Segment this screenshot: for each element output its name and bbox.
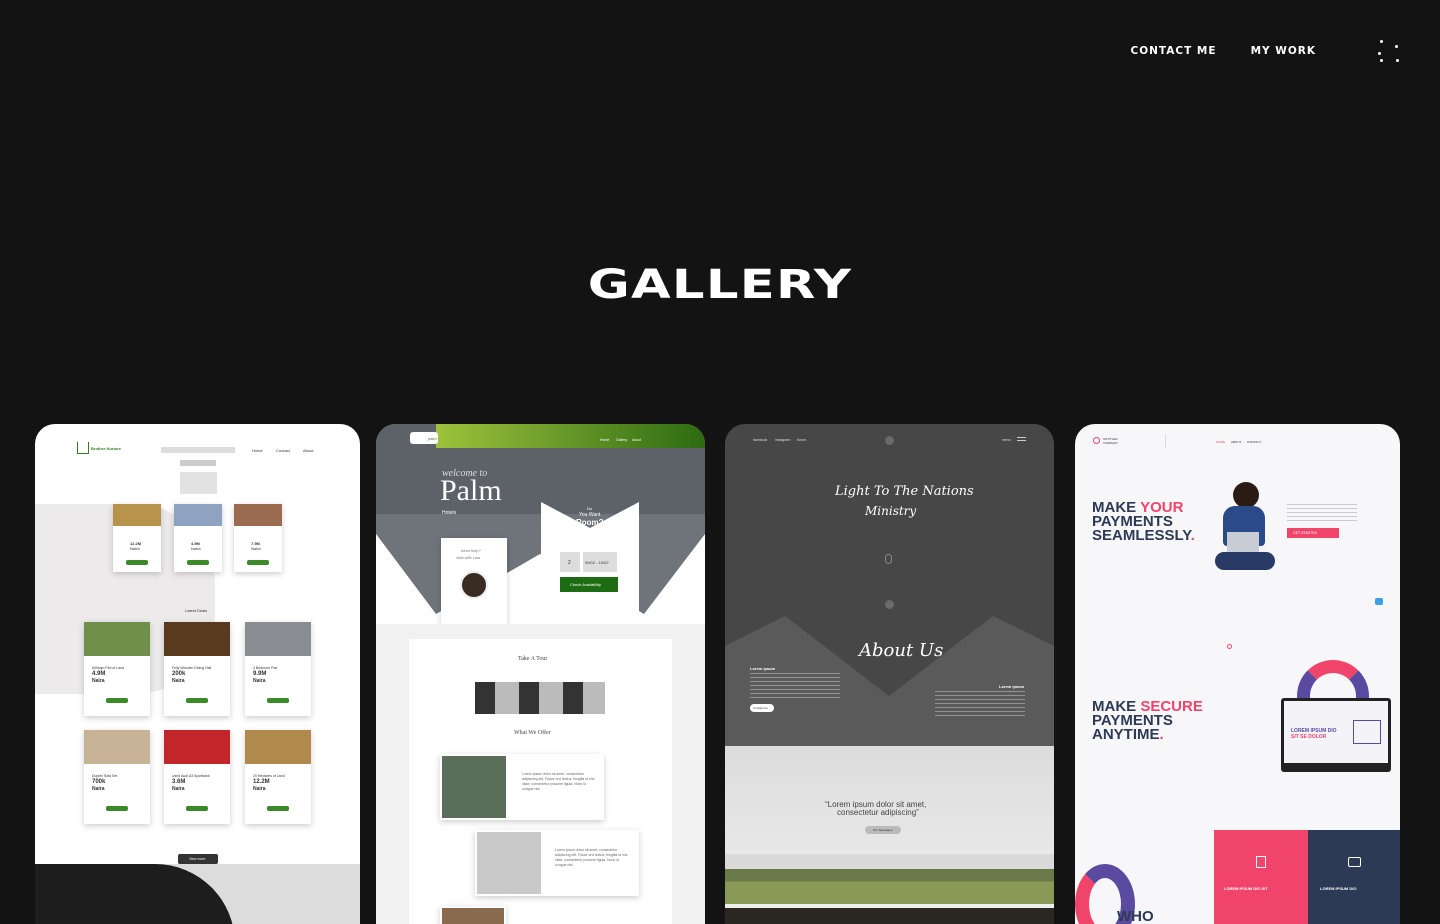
my-work-link[interactable]: MY WORK — [1251, 45, 1316, 57]
what-we-offer-heading: What We Offer — [514, 730, 551, 736]
take-a-tour-heading: Take A Tour — [518, 656, 548, 662]
nav-facebook[interactable]: facebook — [753, 438, 767, 442]
search-input[interactable] — [161, 447, 235, 453]
nav-home[interactable]: Home — [252, 448, 263, 453]
document-icon — [1256, 856, 1266, 868]
quote-line-2: consectetur adipiscing” — [837, 808, 919, 817]
deal-card-2[interactable]: Fully Wooden Dining Hall 200k Naira — [164, 622, 230, 716]
gallery-title: GALLERY — [587, 262, 853, 308]
gallery-item-palm-hotels[interactable]: palm Home Gallery About welcome to Palm … — [376, 424, 705, 924]
who-heading: WHO — [1117, 908, 1154, 924]
ministry-title: Light To The Nations — [835, 484, 974, 499]
deal-card-4[interactable]: Duplex Sofa Set 700k Naira — [84, 730, 150, 824]
gallery-item-light-to-the-nations[interactable]: facebook instagram forum menu Light To T… — [725, 424, 1054, 924]
deal-card-6[interactable]: 20 Hectares of Land 12.2M Naira — [245, 730, 311, 824]
nav-contact[interactable]: CONTACT — [1247, 440, 1261, 444]
chat-icon[interactable] — [1375, 598, 1383, 605]
nav-home[interactable]: Home — [600, 438, 609, 442]
offer-card-3[interactable] — [440, 906, 506, 924]
deal-top-1[interactable]: 12.2M Naira — [113, 504, 161, 572]
menu-dots-icon[interactable] — [1378, 40, 1400, 62]
brand-logo-icon — [1093, 437, 1100, 444]
tour-gallery[interactable] — [475, 682, 605, 714]
nav-contact[interactable]: Contact — [276, 448, 290, 453]
brand-text: UNTITLED COMPANY — [1103, 437, 1118, 445]
offer-card-1[interactable]: Lorem ipsum dolor sit amet, consectetur … — [440, 754, 604, 820]
laptop-image: LOREM IPSUM DIO SIT SE DOLOR — [1281, 698, 1391, 772]
nav-gallery[interactable]: Gallery — [616, 438, 627, 442]
nav-about[interactable]: ABOUT — [1231, 440, 1241, 444]
ministry-subtitle: Ministry — [865, 504, 917, 518]
hero-name: Palm — [440, 474, 502, 507]
nav-about[interactable]: About — [303, 448, 313, 453]
top-nav: CONTACT ME MY WORK — [1097, 40, 1400, 62]
deal-top-3[interactable]: 7.9M Naira — [234, 504, 282, 572]
hamburger-icon[interactable] — [1017, 437, 1026, 441]
brand-text: palm — [428, 436, 437, 441]
deal-card-3[interactable]: 4 Bedroom Flat 9.9M Naira — [245, 622, 311, 716]
nav-instagram[interactable]: instagram — [775, 438, 790, 442]
hero-person-image — [1215, 482, 1275, 577]
filter-panel — [180, 472, 217, 494]
wallet-icon — [1348, 857, 1361, 867]
feature-box-1[interactable]: LOREM IPSUM DIO SIT — [1214, 830, 1308, 924]
deal-card-5[interactable]: Used Audi A3 Sportback 3.6M Naira — [164, 730, 230, 824]
feature-box-2[interactable]: LOREM IPSUM DIO — [1308, 830, 1400, 924]
nav-about[interactable]: About — [632, 438, 641, 442]
filter-dropdown[interactable] — [180, 460, 216, 466]
field-image — [725, 854, 1054, 904]
deal-top-2[interactable]: 4.9M Naira — [174, 504, 222, 572]
menu-label[interactable]: menu — [1002, 438, 1011, 442]
house-logo-icon — [77, 442, 89, 454]
hero-heading-line-3: SEAMLESSLY. — [1092, 527, 1195, 544]
contact-me-link[interactable]: CONTACT ME — [1131, 45, 1217, 57]
gallery-item-real-estate[interactable]: Brother Nurture Home Contact About 12.2M… — [35, 424, 360, 924]
hero-sub: Hotels — [442, 510, 457, 516]
logo-text: Brother Nurture — [91, 446, 122, 451]
nav-forum[interactable]: forum — [797, 438, 806, 442]
offer-card-2[interactable]: Lorem ipsum dolor sit amet, consectetur … — [475, 830, 639, 896]
secure-heading-line-3: ANYTIME. — [1092, 726, 1164, 743]
avatar — [460, 571, 488, 599]
nav-home[interactable]: HOME — [1216, 440, 1225, 444]
gallery-item-payments[interactable]: UNTITLED COMPANY HOME ABOUT CONTACT MAKE… — [1075, 424, 1400, 924]
deal-card-1[interactable]: 600sqm Plot of Land 4.9M Naira — [84, 622, 150, 716]
about-heading: About Us — [859, 640, 944, 661]
chat-card[interactable]: need help? chat with Lisa — [441, 538, 507, 624]
latest-deals-heading: Latest Deals — [185, 608, 208, 613]
